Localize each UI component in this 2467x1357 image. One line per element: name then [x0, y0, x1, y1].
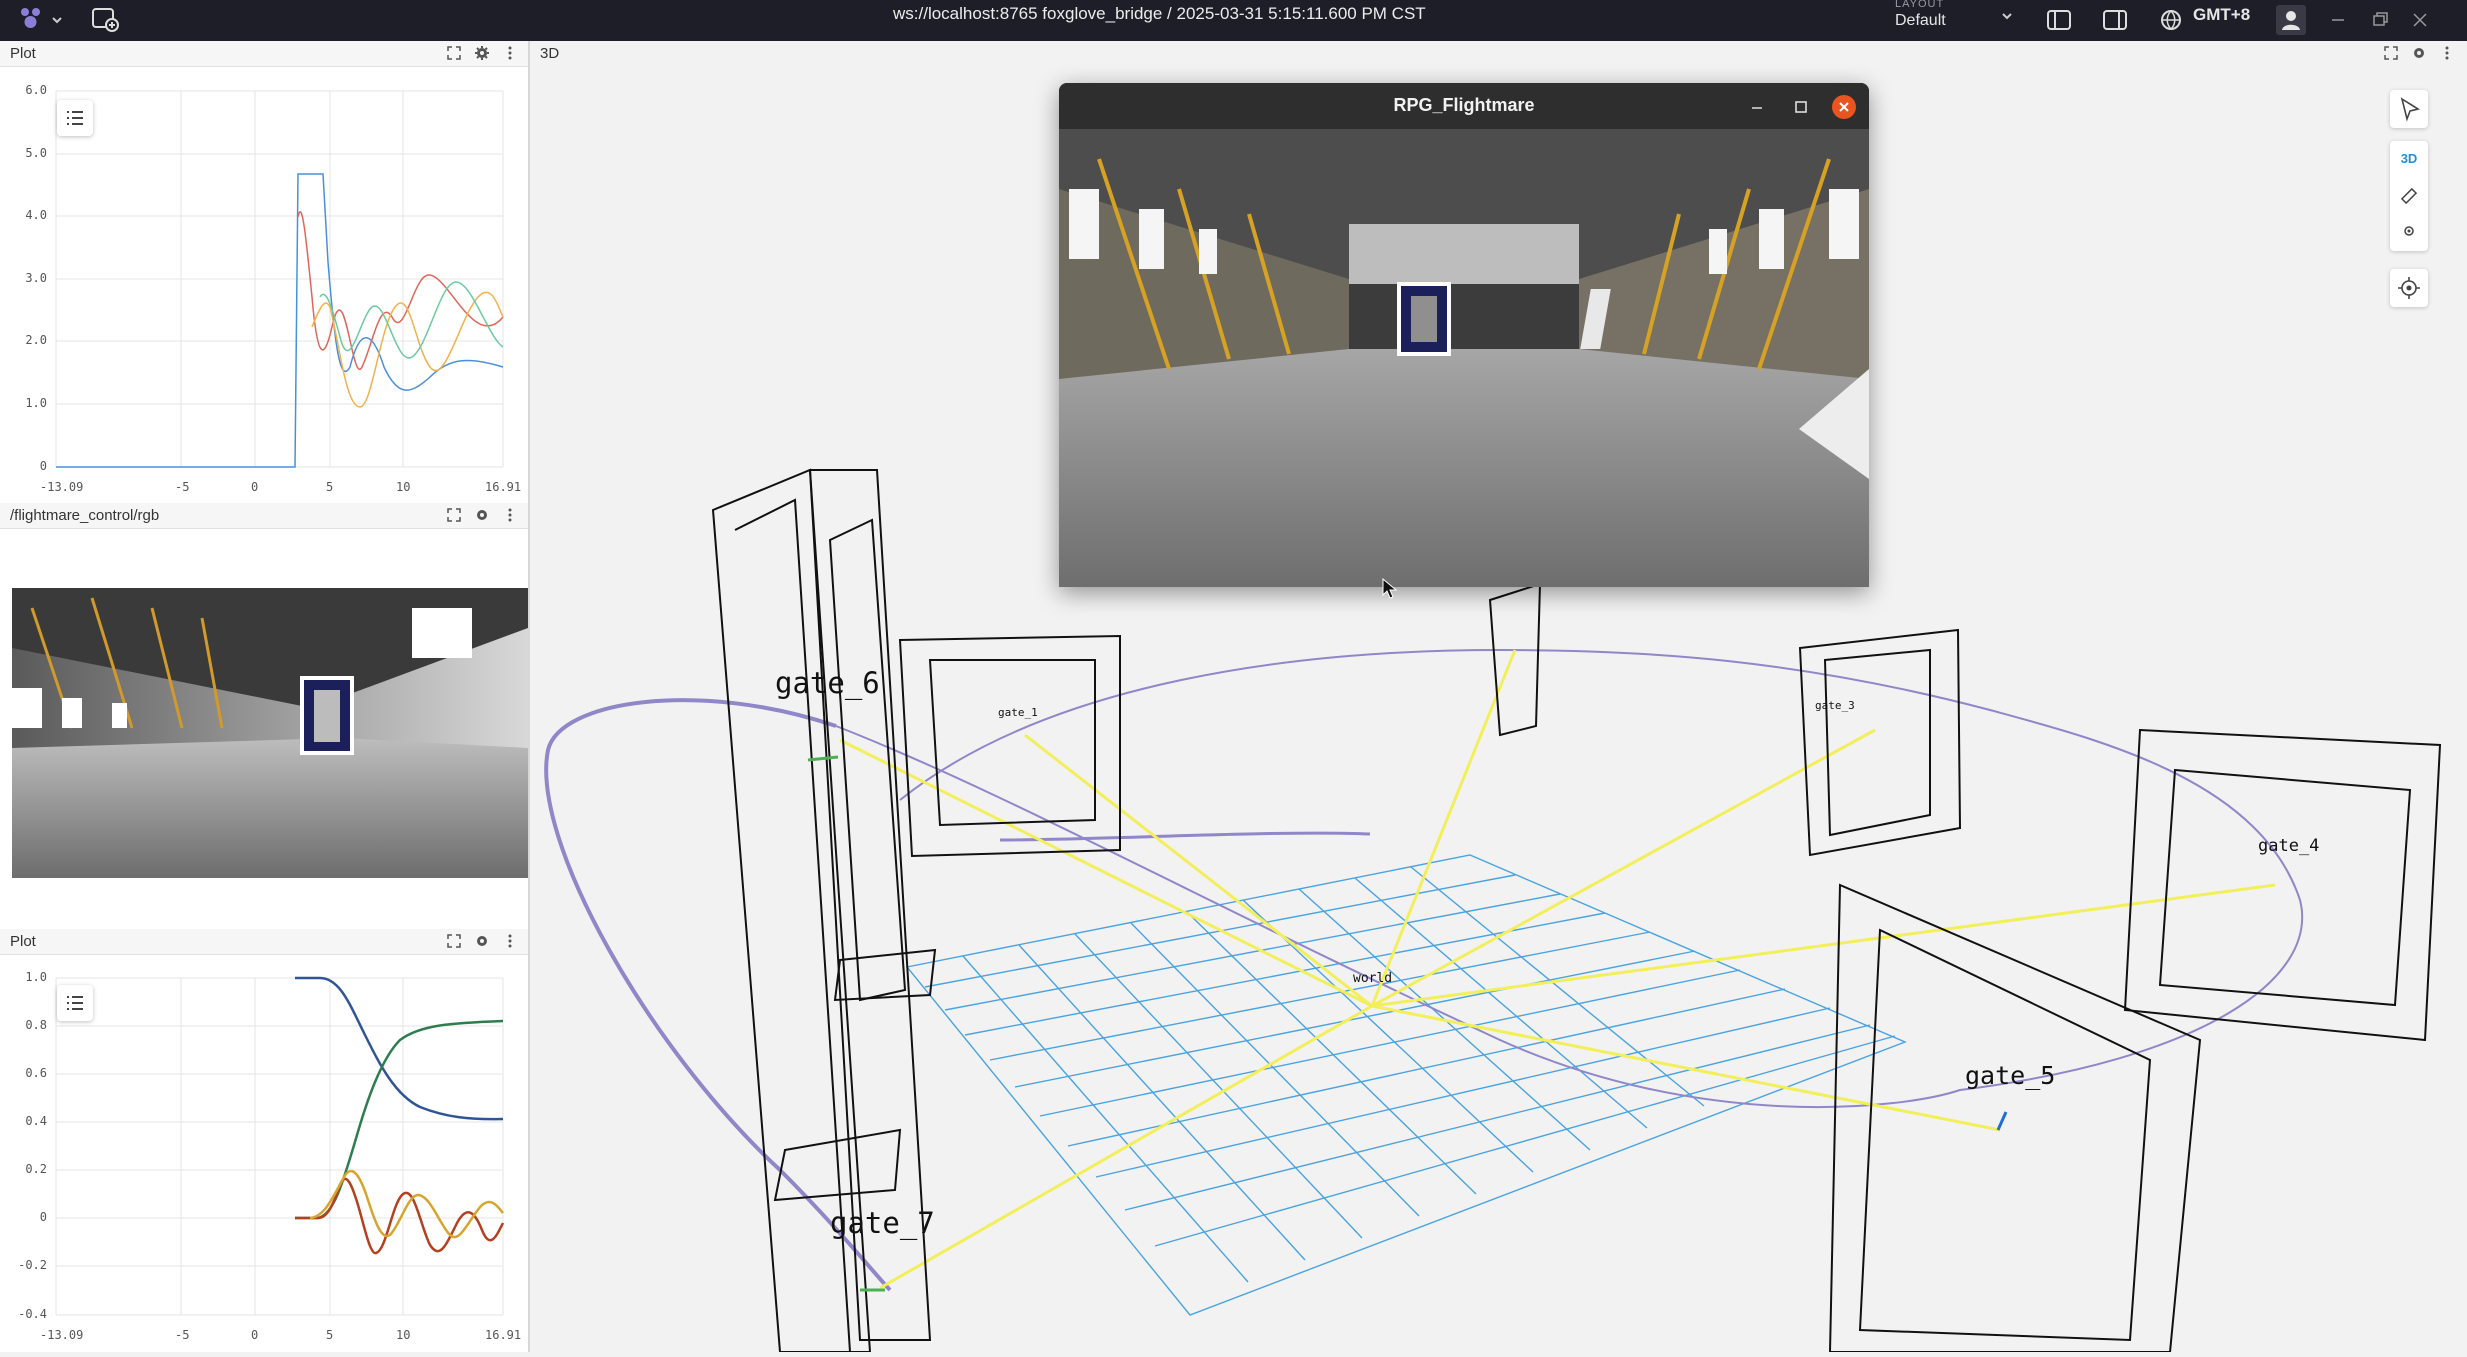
- y-tick-label: 0.8: [25, 1018, 47, 1032]
- add-panel-icon[interactable]: [90, 5, 120, 33]
- gate-label: gate_4: [2258, 836, 2320, 856]
- minimize-icon[interactable]: [2323, 5, 2353, 35]
- fullscreen-icon[interactable]: [446, 507, 462, 523]
- x-tick-label: 5: [326, 480, 334, 494]
- image-panel-header: /flightmare_control/rgb: [0, 503, 528, 529]
- close-icon[interactable]: [2405, 5, 2435, 35]
- chevron-down-icon[interactable]: [2000, 9, 2014, 23]
- x-tick-label: 0: [251, 1328, 259, 1342]
- x-tick-label: -5: [175, 480, 190, 494]
- y-tick-label: 0: [39, 1210, 47, 1224]
- x-tick-label: -5: [175, 1328, 190, 1342]
- y-tick-label: 5.0: [25, 146, 47, 160]
- globe-clock-icon[interactable]: [2157, 5, 2187, 35]
- follow-target-button[interactable]: [2390, 269, 2428, 307]
- minimize-icon[interactable]: [1745, 95, 1769, 119]
- gate-label: gate_6: [775, 666, 880, 700]
- panel-title: /flightmare_control/rgb: [10, 507, 160, 524]
- fullscreen-icon[interactable]: [446, 933, 462, 949]
- x-tick-label: 16.91: [485, 480, 522, 494]
- foxglove-logo-icon[interactable]: [16, 5, 46, 33]
- left-panel-column: Plot 6.0 5.0 4.0 3.0 2.0 1.0 0 -13.09 -5…: [0, 41, 530, 1352]
- legend-toggle-button[interactable]: [57, 100, 93, 136]
- layout-caption: LAYOUT: [1895, 0, 1945, 10]
- crosshair-icon: [2398, 277, 2420, 299]
- window-titlebar[interactable]: RPG_Flightmare: [1059, 83, 1869, 129]
- y-tick-label: 6.0: [25, 83, 47, 97]
- panel-title: Plot: [10, 45, 36, 62]
- select-tool-button[interactable]: [2390, 90, 2428, 128]
- left-sidebar-icon[interactable]: [2044, 5, 2074, 35]
- y-tick-label: -0.2: [18, 1258, 47, 1272]
- x-tick-label: 10: [396, 480, 411, 494]
- y-tick-label: 1.0: [25, 396, 47, 410]
- x-tick-label: -13.09: [40, 480, 84, 494]
- legend-toggle-button[interactable]: [57, 985, 93, 1021]
- y-tick-label: 4.0: [25, 208, 47, 222]
- layout-selector[interactable]: Default: [1895, 12, 1946, 30]
- app-topbar: ws://localhost:8765 foxglove_bridge / 20…: [0, 0, 2467, 41]
- x-tick-label: -13.09: [40, 1328, 84, 1342]
- x-tick-label: 10: [396, 1328, 411, 1342]
- x-tick-label: 5: [326, 1328, 334, 1342]
- ruler-icon[interactable]: [2399, 186, 2419, 206]
- user-icon[interactable]: [2276, 5, 2306, 35]
- pose-markers: [807, 755, 2008, 1292]
- gate-label: gate_5: [1965, 1061, 2056, 1090]
- legend-list-icon: [67, 111, 83, 125]
- kebab-menu-icon[interactable]: [502, 45, 518, 61]
- y-tick-label: 3.0: [25, 271, 47, 285]
- y-tick-label: 0.4: [25, 1114, 47, 1128]
- gate-label: gate_3: [1815, 699, 1855, 712]
- right-sidebar-icon[interactable]: [2100, 5, 2130, 35]
- gear-icon[interactable]: [474, 933, 490, 949]
- plot-bottom-header: Plot: [0, 929, 528, 955]
- origin-label: world: [1353, 971, 1393, 986]
- mouse-cursor-icon: [1382, 578, 1398, 599]
- chevron-down-icon[interactable]: [50, 13, 64, 27]
- restore-icon[interactable]: [2365, 5, 2395, 35]
- gate-label: gate_1: [998, 706, 1038, 719]
- panel-title: Plot: [10, 933, 36, 950]
- cursor-arrow-icon: [2400, 97, 2421, 122]
- fullscreen-icon[interactable]: [446, 45, 462, 61]
- gear-icon[interactable]: [474, 507, 490, 523]
- flightmare-camera-view: [1059, 129, 1869, 587]
- y-tick-label: -0.4: [18, 1307, 47, 1321]
- x-tick-label: 16.91: [485, 1328, 522, 1342]
- close-icon[interactable]: [1832, 95, 1856, 119]
- connection-title: ws://localhost:8765 foxglove_bridge / 20…: [893, 4, 1426, 23]
- y-tick-label: 0: [39, 459, 47, 473]
- y-tick-label: 0.6: [25, 1066, 47, 1080]
- y-tick-label: 0.2: [25, 1162, 47, 1176]
- rgb-camera-image: [12, 588, 528, 878]
- legend-list-icon: [67, 996, 83, 1010]
- plot-bottom[interactable]: 1.0 0.8 0.6 0.4 0.2 0 -0.2 -0.4 -13.09 -…: [0, 955, 528, 1352]
- x-tick-label: 0: [251, 480, 259, 494]
- plot-top-header: Plot: [0, 41, 528, 67]
- y-tick-label: 2.0: [25, 333, 47, 347]
- flightmare-window[interactable]: RPG_Flightmare: [1059, 83, 1869, 587]
- mode-3d-toggle[interactable]: 3D: [2390, 151, 2428, 166]
- kebab-menu-icon[interactable]: [502, 507, 518, 523]
- maximize-icon[interactable]: [1789, 95, 1813, 119]
- plot-top[interactable]: 6.0 5.0 4.0 3.0 2.0 1.0 0 -13.09 -5 0 5 …: [0, 67, 528, 537]
- gate-frames: [711, 468, 2442, 1352]
- view-tools-group: 3D: [2390, 141, 2428, 251]
- plot-top-canvas[interactable]: [0, 67, 528, 537]
- sight-rays: [839, 649, 2276, 1290]
- timezone-label[interactable]: GMT+8: [2193, 5, 2250, 25]
- gate-label: gate_7: [830, 1206, 935, 1240]
- gear-icon[interactable]: [474, 45, 490, 61]
- kebab-menu-icon[interactable]: [502, 933, 518, 949]
- y-tick-label: 1.0: [25, 970, 47, 984]
- publish-point-icon[interactable]: [2399, 221, 2419, 241]
